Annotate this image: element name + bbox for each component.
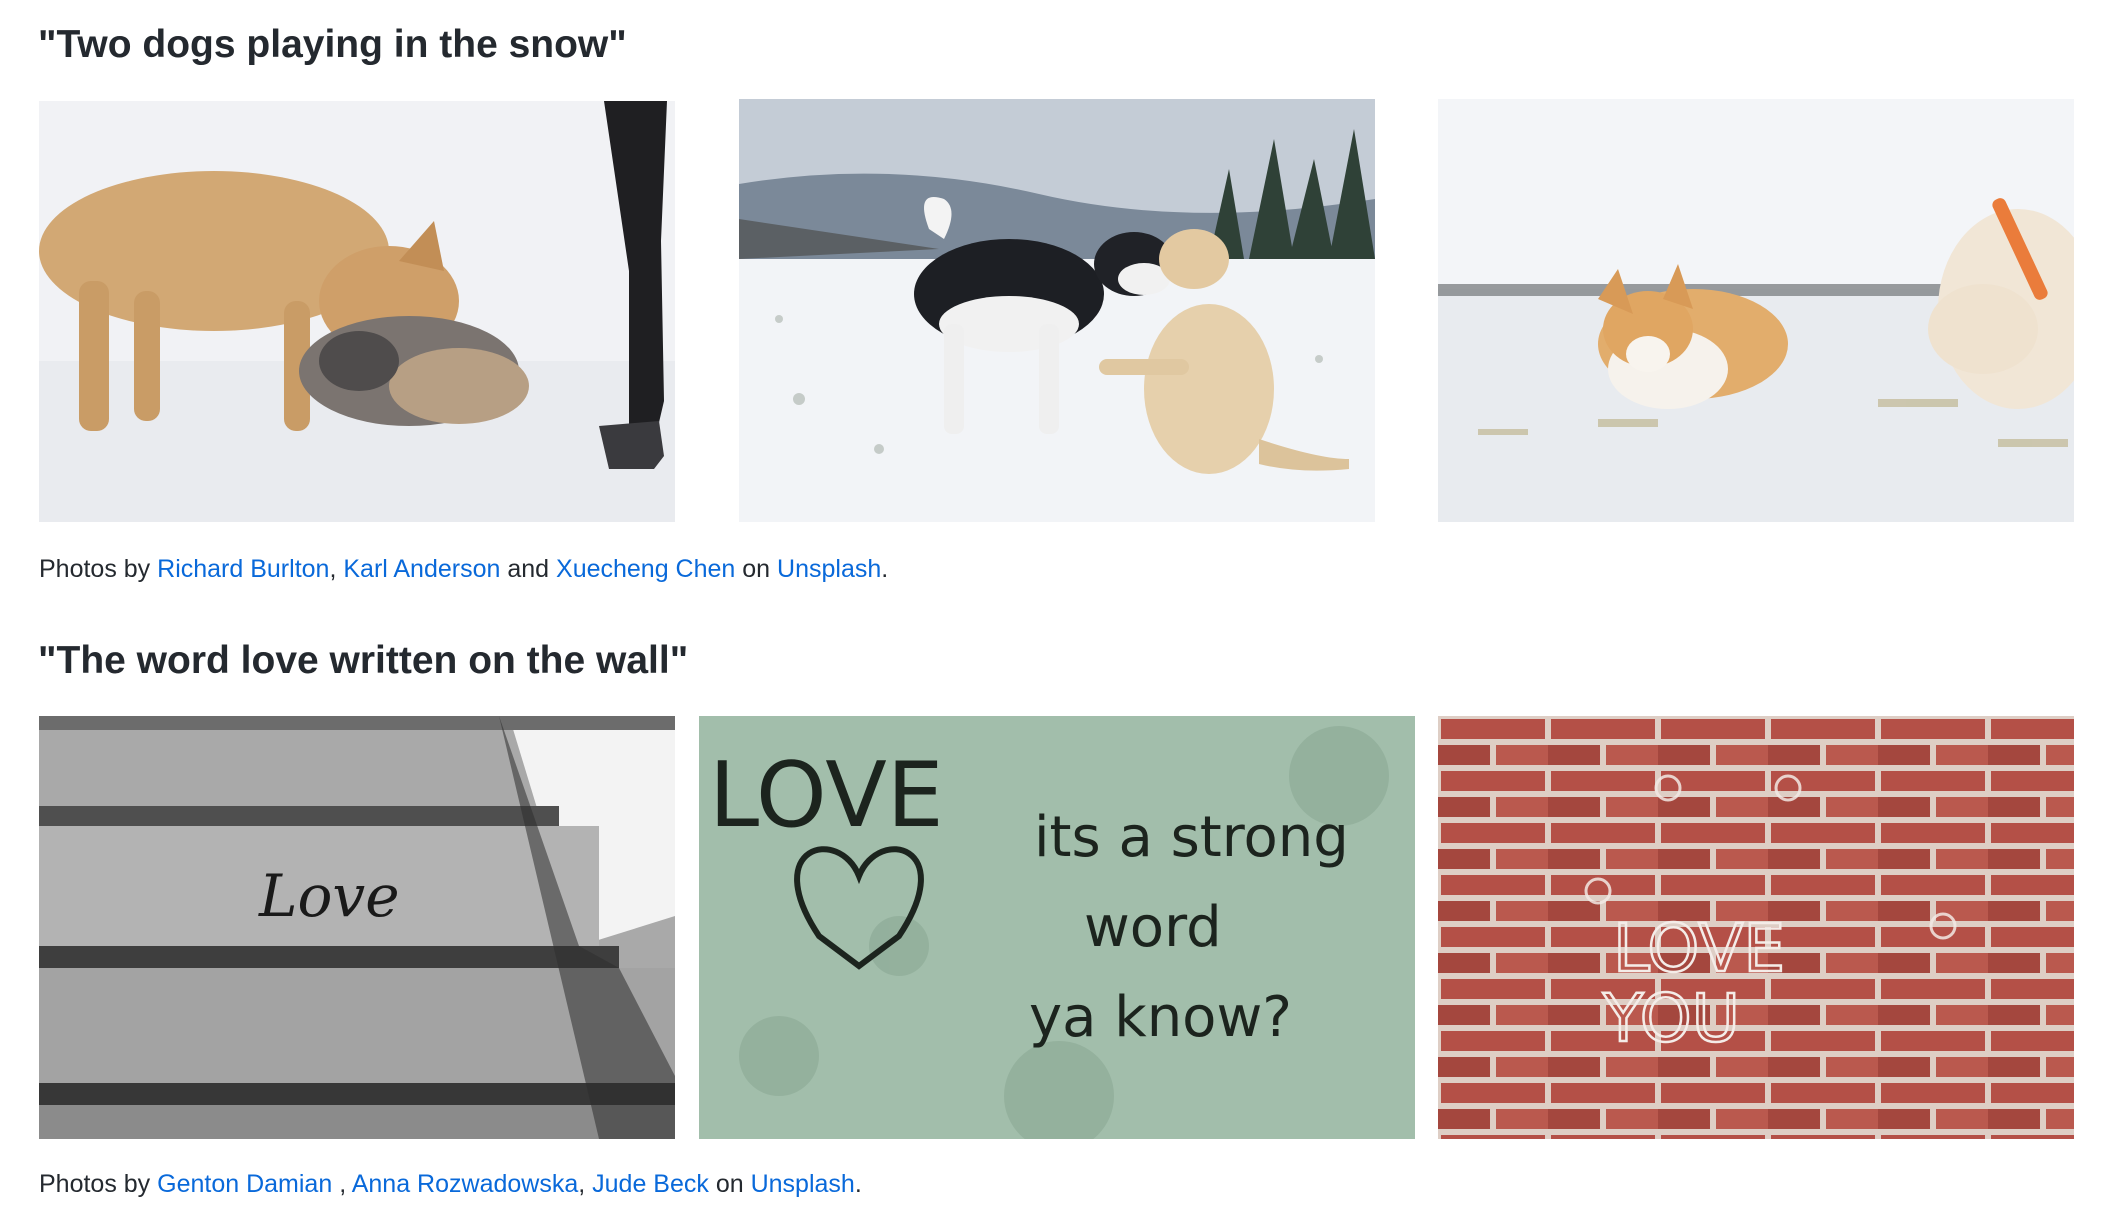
unsplash-link[interactable]: Unsplash	[777, 555, 881, 583]
credit-prefix: Photos by	[39, 1170, 158, 1198]
credit-separator: and	[500, 555, 557, 583]
section-heading-love: "The word love written on the wall"	[38, 639, 689, 682]
author-link-richard-burlton[interactable]: Richard Burlton	[157, 555, 329, 583]
graffiti-love-stairs: Love	[258, 862, 400, 930]
graffiti-strong-word-line3: ya know?	[1029, 985, 1292, 1050]
graffiti-love: LOVE	[1613, 910, 1785, 987]
author-link-genton-damian[interactable]: Genton Damian	[157, 1170, 332, 1198]
credit-end: .	[881, 555, 889, 583]
photo-credit-love: Photos by Genton Damian , Anna Rozwadows…	[39, 1172, 862, 1197]
photo-credit-dogs: Photos by Richard Burlton, Karl Anderson…	[39, 557, 888, 582]
author-link-jude-beck[interactable]: Jude Beck	[592, 1170, 709, 1198]
credit-prefix: Photos by	[39, 555, 158, 583]
graffiti-you: YOU	[1602, 980, 1740, 1057]
graffiti-love-green: LOVE	[709, 743, 944, 848]
graffiti-strong-word-line1: its a strong	[1034, 805, 1349, 870]
unsplash-link[interactable]: Unsplash	[751, 1170, 855, 1198]
author-link-anna-rozwadowska[interactable]: Anna Rozwadowska	[352, 1170, 579, 1198]
photo-dogs-wrestling	[39, 101, 675, 522]
photo-love-stairs: Love	[39, 716, 675, 1139]
credit-on: on	[708, 1170, 751, 1198]
photo-corgi-and-dog	[1438, 99, 2074, 522]
photo-love-green-wall: LOVE its a strong word ya know?	[699, 716, 1415, 1139]
author-link-karl-anderson[interactable]: Karl Anderson	[343, 555, 500, 583]
graffiti-strong-word-line2: word	[1084, 895, 1222, 960]
section-heading-dogs: "Two dogs playing in the snow"	[38, 23, 627, 66]
author-link-xuecheng-chen[interactable]: Xuecheng Chen	[556, 555, 735, 583]
credit-separator: ,	[332, 1170, 352, 1198]
credit-separator: ,	[578, 1170, 593, 1198]
credit-on: on	[735, 555, 778, 583]
credit-separator: ,	[329, 555, 344, 583]
credit-end: .	[854, 1170, 862, 1198]
photo-husky-and-lab	[739, 99, 1375, 522]
photo-love-you-brick-wall: LOVE YOU	[1438, 716, 2074, 1139]
